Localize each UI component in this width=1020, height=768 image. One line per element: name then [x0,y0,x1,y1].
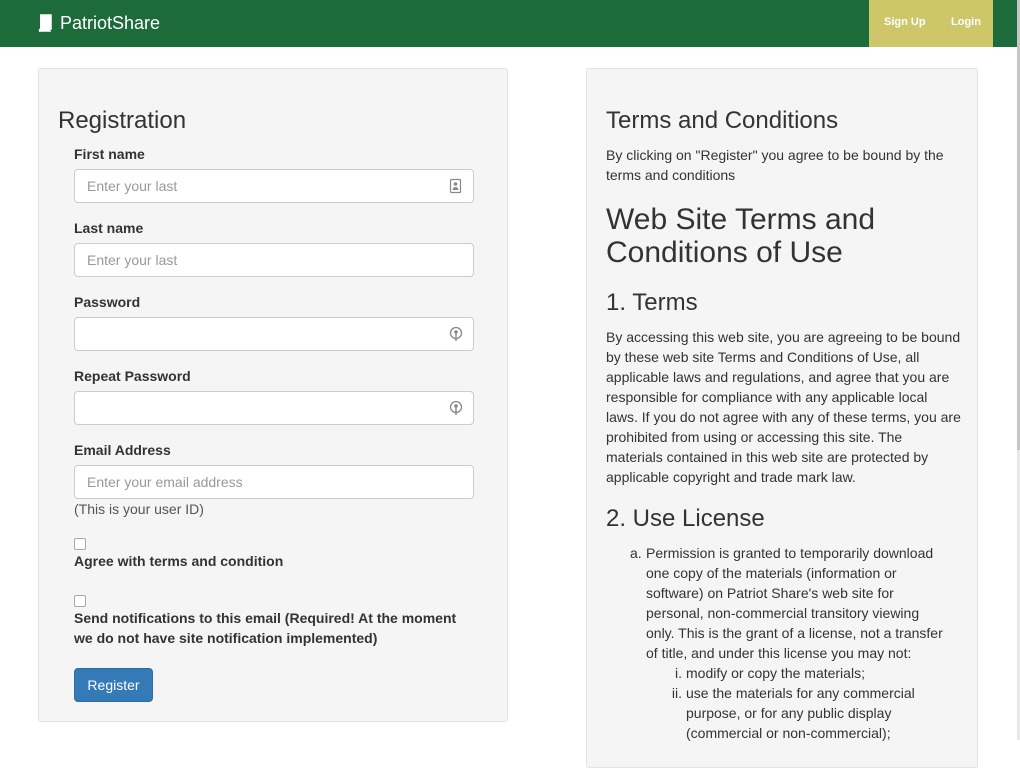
last-name-field[interactable] [74,243,474,277]
section1-title: 1. Terms [606,289,698,316]
book-icon [38,14,52,32]
repeat-password-label: Repeat Password [74,368,191,384]
contact-card-icon [449,178,462,194]
list-marker: a. [630,545,642,561]
section1-text: By accessing this web site, you are agre… [606,329,961,485]
email-input[interactable] [75,466,473,498]
first-name-label: First name [74,146,145,162]
agree-terms-checkbox[interactable] [74,538,86,550]
signup-link[interactable]: Sign Up [884,16,926,28]
list-item: a. Permission is granted to temporarily … [630,543,950,743]
license-list: a. Permission is granted to temporarily … [630,543,950,743]
notify-email-label[interactable]: Send notifications to this email (Requir… [74,608,474,648]
list-marker: ii. [671,685,682,701]
list-marker: i. [675,665,682,681]
list-item: i. modify or copy the materials; [662,663,950,683]
nav-right-group: Sign Up Login [869,0,993,47]
last-name-input[interactable] [75,244,473,276]
notify-email-checkbox[interactable] [74,595,86,607]
register-button[interactable]: Register [74,668,153,702]
license-item-text: Permission is granted to temporarily dow… [646,545,943,661]
password-field[interactable] [74,317,474,351]
sub-item-text: modify or copy the materials; [686,665,865,681]
password-label: Password [74,294,141,310]
sub-list: i. modify or copy the materials; ii. use… [662,663,950,743]
terms-title: Terms and Conditions [606,107,839,134]
terms-panel: Terms and Conditions By clicking on "Reg… [586,68,978,768]
terms-heading: Web Site Terms and Conditions of Use [606,203,876,269]
last-name-label: Last name [74,220,144,236]
registration-panel: Registration First name Last name Passwo… [38,68,508,722]
repeat-password-field[interactable] [74,391,474,425]
email-help-text: (This is your user ID) [74,501,204,517]
repeat-password-input[interactable] [75,392,473,424]
key-icon [449,400,463,415]
brand-name: PatriotShare [60,13,161,33]
registration-title: Registration [58,107,187,134]
first-name-field[interactable] [74,169,474,203]
sub-item-text: use the materials for any commercial pur… [686,685,915,741]
list-item: ii. use the materials for any commercial… [662,683,950,743]
top-navbar: PatriotShare Sign Up Login [0,0,1017,47]
brand-link[interactable]: PatriotShare [38,12,160,34]
login-link[interactable]: Login [951,16,981,28]
email-label: Email Address [74,442,171,458]
key-icon [449,326,463,341]
first-name-input[interactable] [75,170,473,202]
section2-title: 2. Use License [606,505,765,532]
terms-intro: By clicking on "Register" you agree to b… [606,147,944,183]
agree-terms-label[interactable]: Agree with terms and condition [74,551,474,571]
email-field[interactable] [74,465,474,499]
password-input[interactable] [75,318,473,350]
